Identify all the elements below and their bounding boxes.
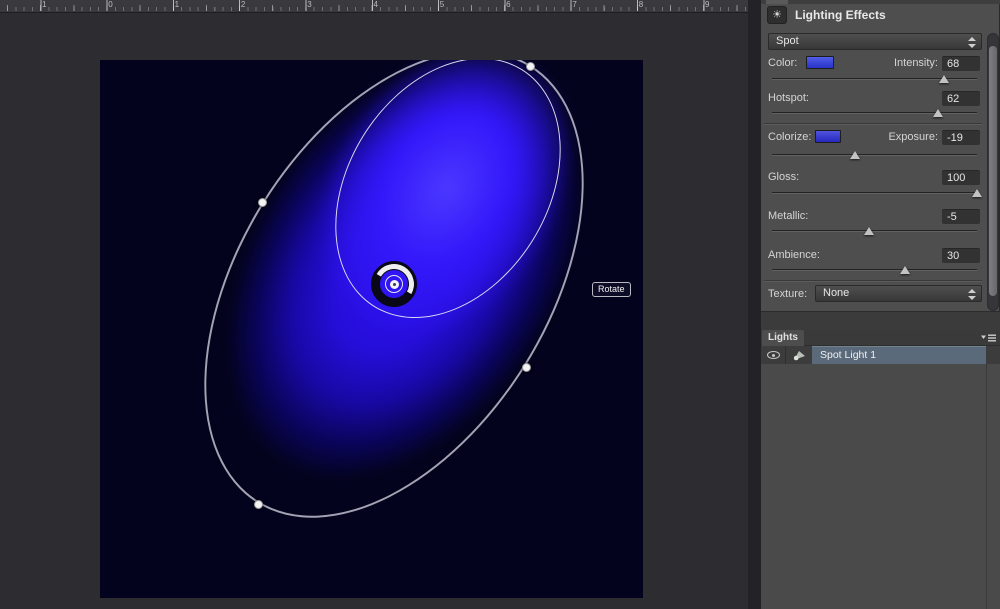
ruler-label: 8: [639, 0, 643, 9]
select-arrows-icon: [968, 37, 976, 48]
metallic-row: Metallic: -5: [761, 210, 1000, 225]
hotspot-row: Hotspot: 62: [761, 92, 1000, 107]
window-gutter: [748, 0, 761, 609]
spot-light-icon: [793, 349, 807, 361]
document-area: 1 0 1 2 3 4 5 6 7 8 9 Rotate: [0, 0, 748, 609]
hotspot-value-field[interactable]: 62: [942, 91, 980, 106]
lights-panel-body: [761, 364, 1000, 609]
ruler-label: 6: [506, 0, 510, 9]
lights-panel-tabbar: Lights: [761, 330, 1000, 346]
light-name-selected[interactable]: Spot Light 1: [812, 346, 986, 364]
lighting-effects-properties-panel: ☀ Lighting Effects Spot Color: Intensity…: [761, 0, 1000, 609]
gloss-value-field[interactable]: 100: [942, 170, 980, 185]
gloss-label: Gloss:: [768, 171, 799, 183]
intensity-label: Intensity:: [894, 57, 938, 69]
light-type-cell: [787, 346, 812, 364]
colorize-exposure-row: Colorize: Exposure: -19: [761, 131, 1000, 146]
light-handle[interactable]: [258, 198, 267, 207]
metallic-slider-track: [772, 230, 977, 232]
ambience-row: Ambience: 30: [761, 249, 1000, 264]
panel-scrollbar-thumb[interactable]: [989, 46, 997, 296]
ruler-label: 9: [705, 0, 709, 9]
hotspot-label: Hotspot:: [768, 92, 809, 104]
intensity-slider-thumb[interactable]: [939, 75, 949, 83]
texture-label: Texture:: [768, 288, 807, 300]
colorize-label: Colorize:: [768, 131, 811, 143]
gloss-row: Gloss: 100: [761, 171, 1000, 186]
ambience-label: Ambience:: [768, 249, 820, 261]
intensity-value-field[interactable]: 68: [942, 56, 980, 71]
light-handle[interactable]: [526, 62, 535, 71]
light-handle[interactable]: [522, 363, 531, 372]
light-type-select[interactable]: Spot: [768, 33, 982, 50]
center-dot-handle[interactable]: [390, 280, 399, 289]
photoshop-workspace: 10123456789 Rotate ☀ Light: [0, 0, 1000, 609]
exposure-value-field[interactable]: -19: [942, 130, 980, 145]
section-divider: [764, 280, 982, 282]
color-label: Color:: [768, 57, 797, 69]
ambience-value-field[interactable]: 30: [942, 248, 980, 263]
metallic-value-field[interactable]: -5: [942, 209, 980, 224]
ruler-label: 3: [307, 0, 311, 9]
section-divider: [764, 123, 982, 125]
ruler-label: 7: [572, 0, 576, 9]
texture-value: None: [823, 287, 849, 299]
metallic-label: Metallic:: [768, 210, 808, 222]
ruler-label: 0: [108, 0, 112, 9]
lighting-effects-glyph: ☀: [772, 9, 782, 21]
lighting-effects-icon: ☀: [767, 6, 787, 24]
ruler-label: 5: [440, 0, 444, 9]
visibility-toggle[interactable]: [761, 346, 786, 364]
panel-scrollbar[interactable]: [987, 33, 999, 311]
panel-header: ☀ Lighting Effects: [761, 4, 1000, 29]
ruler-label: 2: [241, 0, 245, 9]
panel-edge-line: [986, 364, 987, 609]
hotspot-slider-track: [772, 112, 977, 114]
exposure-label: Exposure:: [888, 131, 938, 143]
light-handle[interactable]: [254, 500, 263, 509]
metallic-slider[interactable]: [772, 226, 977, 236]
canvas-image[interactable]: Rotate: [100, 60, 643, 598]
exposure-slider-thumb[interactable]: [850, 151, 860, 159]
texture-select[interactable]: None: [815, 285, 982, 302]
panel-menu-button[interactable]: [981, 333, 997, 343]
gloss-slider-thumb[interactable]: [972, 189, 982, 197]
tab-lights[interactable]: Lights: [762, 330, 804, 346]
select-arrows-icon: [968, 289, 976, 300]
intensity-slider[interactable]: [772, 74, 977, 84]
color-swatch[interactable]: [806, 56, 834, 69]
hotspot-slider-thumb[interactable]: [933, 109, 943, 117]
ambience-slider[interactable]: [772, 265, 977, 275]
exposure-slider[interactable]: [772, 150, 977, 160]
colorize-swatch[interactable]: [815, 130, 841, 143]
ruler-label: 4: [374, 0, 378, 9]
rotate-tooltip-label: Rotate: [598, 284, 625, 294]
gloss-slider[interactable]: [772, 188, 977, 198]
rotate-tooltip: Rotate: [592, 282, 631, 297]
metallic-slider-thumb[interactable]: [864, 227, 874, 235]
panel-title: Lighting Effects: [795, 8, 886, 22]
gloss-slider-track: [772, 192, 977, 194]
ambience-slider-track: [772, 269, 977, 271]
ruler-label: 1: [175, 0, 179, 9]
panel-separator: [761, 311, 1000, 330]
ruler-label: 1: [42, 0, 46, 9]
horizontal-ruler[interactable]: 1 0 1 2 3 4 5 6 7 8 9: [0, 0, 748, 13]
panel-menu-icon: [981, 333, 997, 343]
color-intensity-row: Color: Intensity: 68: [761, 57, 1000, 72]
ruler-major-ticks: [0, 0, 764, 11]
light-list-item[interactable]: Spot Light 1: [761, 346, 1000, 364]
hotspot-slider[interactable]: [772, 108, 977, 118]
ambience-slider-thumb[interactable]: [900, 266, 910, 274]
light-type-value: Spot: [776, 35, 799, 47]
eye-icon: [767, 351, 780, 359]
exposure-slider-track: [772, 154, 977, 156]
